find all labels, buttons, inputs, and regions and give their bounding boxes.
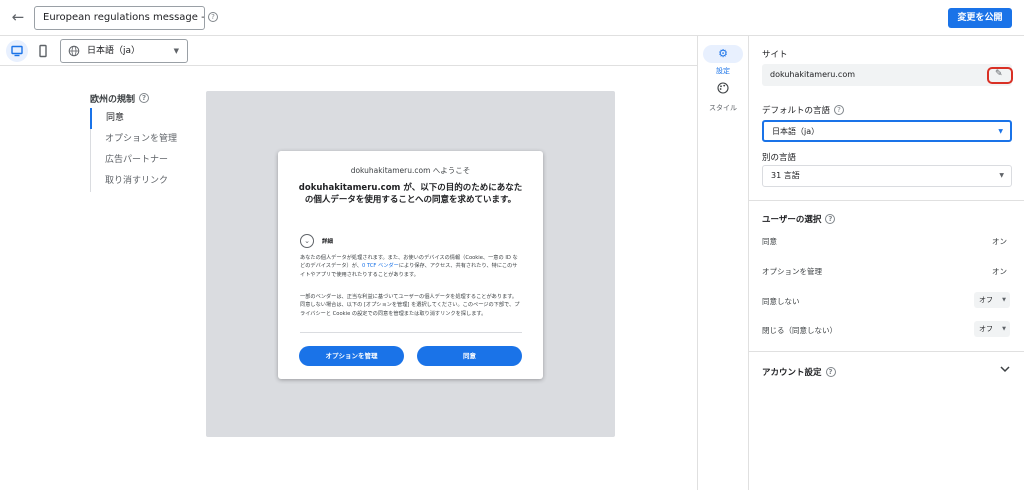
choice-manage-label: オプションを管理 bbox=[762, 267, 822, 276]
dialog-title: dokuhakitameru.com が、以下の目的のためにあなたの個人データを… bbox=[298, 183, 523, 205]
help-icon[interactable]: ? bbox=[208, 12, 218, 22]
default-language-label: デフォルトの言語 ? bbox=[762, 104, 845, 116]
dialog-paragraph-2: 一部のベンダーは、正当な利益に基づいてユーザーの個人データを処理することがありま… bbox=[300, 294, 520, 317]
account-settings-heading[interactable]: アカウント設定 ? bbox=[762, 366, 836, 378]
site-label: サイト bbox=[762, 48, 788, 60]
rail-settings[interactable]: ⚙ 設定 bbox=[703, 45, 743, 76]
globe-icon bbox=[68, 45, 80, 57]
message-preview: dokuhakitameru.com へようこそ dokuhakitameru.… bbox=[206, 91, 615, 437]
other-languages-label: 別の言語 bbox=[762, 151, 796, 163]
tcf-vendors-link[interactable]: 0 TCF ベンダー bbox=[362, 263, 399, 269]
details-toggle[interactable]: ⌄ 詳細 bbox=[300, 234, 333, 248]
dialog-divider bbox=[300, 332, 522, 333]
palette-icon bbox=[703, 82, 743, 100]
caret-down-icon: ▼ bbox=[173, 47, 179, 55]
dialog-paragraph-1: あなたの個人データが処理されます。また、お使いのデバイスの情報（Cookie、一… bbox=[300, 254, 522, 279]
nav-heading: 欧州の規制 ? bbox=[90, 92, 150, 105]
user-choice-heading-text: ユーザーの選択 bbox=[762, 215, 822, 225]
consent-button[interactable]: 同意 bbox=[417, 346, 522, 366]
desktop-icon bbox=[11, 45, 23, 57]
preview-toolbar: 日本語（ja） ▼ bbox=[0, 36, 697, 66]
pencil-icon[interactable]: ✎ bbox=[995, 69, 1003, 79]
preview-language-value: 日本語（ja） bbox=[87, 46, 141, 56]
consent-dialog: dokuhakitameru.com へようこそ dokuhakitameru.… bbox=[278, 151, 543, 379]
choice-decline-select[interactable]: オフ ▼ bbox=[974, 292, 1010, 308]
user-choice-heading: ユーザーの選択 ? bbox=[762, 213, 836, 225]
mobile-view-button[interactable] bbox=[32, 40, 54, 62]
top-bar: ← European regulations message - dokuha … bbox=[0, 0, 1024, 36]
rail-divider bbox=[748, 36, 749, 490]
arrow-back-icon[interactable]: ← bbox=[8, 7, 28, 27]
choice-consent-value: オン bbox=[992, 237, 1007, 246]
nav-item-revoke-link[interactable]: 取り消すリンク bbox=[91, 171, 200, 192]
preview-language-select[interactable]: 日本語（ja） ▼ bbox=[60, 39, 188, 63]
manage-options-button[interactable]: オプションを管理 bbox=[299, 346, 404, 366]
section-divider bbox=[749, 351, 1024, 352]
section-divider bbox=[749, 200, 1024, 201]
choice-close-select[interactable]: オフ ▼ bbox=[974, 321, 1010, 337]
account-settings-label: アカウント設定 bbox=[762, 368, 822, 378]
mobile-icon bbox=[39, 44, 47, 58]
nav-item-consent[interactable]: 同意 bbox=[90, 108, 200, 129]
dialog-welcome: dokuhakitameru.com へようこそ bbox=[350, 166, 471, 175]
caret-down-icon: ▼ bbox=[1002, 326, 1006, 332]
other-languages-label-text: 別の言語 bbox=[762, 153, 797, 163]
default-language-value: 日本語（ja） bbox=[772, 127, 820, 136]
details-label: 詳細 bbox=[322, 239, 334, 245]
help-icon[interactable]: ? bbox=[139, 93, 150, 103]
other-languages-value: 31 言語 bbox=[771, 171, 800, 180]
caret-down-icon: ▼ bbox=[999, 172, 1004, 179]
default-language-select[interactable]: 日本語（ja） ▼ bbox=[762, 120, 1012, 142]
choice-close-value: オフ bbox=[979, 325, 993, 333]
preview-divider bbox=[697, 36, 698, 490]
nav-items: 同意 オプションを管理 広告パートナー 取り消すリンク bbox=[90, 108, 200, 192]
choice-consent-label: 同意 bbox=[762, 237, 777, 246]
default-language-label-text: デフォルトの言語 bbox=[762, 106, 831, 116]
message-title-input[interactable]: European regulations message - dokuha bbox=[34, 6, 205, 30]
choice-decline-value: オフ bbox=[979, 296, 993, 304]
site-value: dokuhakitameru.com bbox=[770, 70, 855, 79]
message-sections-nav: 欧州の規制 ? 同意 オプションを管理 広告パートナー 取り消すリンク bbox=[90, 92, 177, 192]
choice-manage-value: オン bbox=[992, 267, 1007, 276]
nav-item-ad-partners[interactable]: 広告パートナー bbox=[91, 150, 200, 171]
site-label-text: サイト bbox=[762, 50, 788, 60]
desktop-view-button[interactable] bbox=[6, 40, 28, 62]
chevron-down-icon: ⌄ bbox=[300, 234, 314, 248]
site-field: dokuhakitameru.com bbox=[762, 64, 1012, 86]
choice-decline-label: 同意しない bbox=[762, 297, 800, 306]
caret-down-icon: ▼ bbox=[998, 128, 1003, 135]
help-icon[interactable]: ? bbox=[834, 105, 845, 115]
choice-close-label: 閉じる（同意しない） bbox=[762, 326, 837, 335]
publish-button[interactable]: 変更を公開 bbox=[948, 8, 1012, 28]
rail-style-label: スタイル bbox=[709, 104, 737, 112]
rail-settings-label: 設定 bbox=[716, 67, 730, 75]
chevron-down-icon[interactable] bbox=[999, 363, 1011, 375]
caret-down-icon: ▼ bbox=[1002, 297, 1006, 303]
other-languages-select[interactable]: 31 言語 ▼ bbox=[762, 165, 1012, 187]
settings-icon: ⚙ bbox=[703, 45, 743, 63]
help-icon[interactable]: ? bbox=[825, 367, 836, 377]
rail-style[interactable]: スタイル bbox=[703, 82, 743, 113]
nav-item-manage-options[interactable]: オプションを管理 bbox=[91, 129, 200, 150]
help-icon[interactable]: ? bbox=[825, 214, 836, 224]
nav-heading-label: 欧州の規制 bbox=[90, 94, 136, 105]
